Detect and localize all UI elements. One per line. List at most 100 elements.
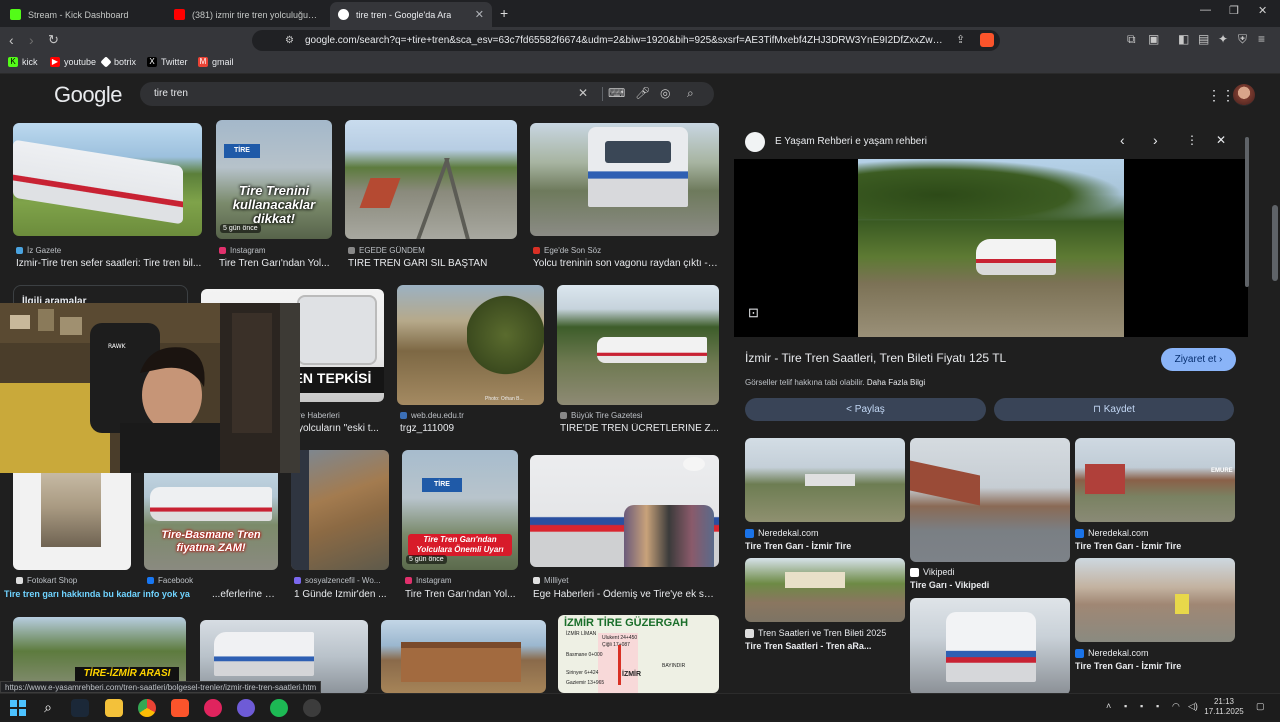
related-image-3[interactable]: EMURE	[1075, 438, 1235, 522]
spotify-icon[interactable]	[270, 699, 288, 717]
result-image-derailed-train[interactable]	[530, 123, 719, 236]
address-bar[interactable]: ⚙ google.com/search?q=+tire+tren&sca_esv…	[252, 30, 1000, 51]
panel-scrollbar[interactable]	[1244, 127, 1250, 687]
search-icon[interactable]: ⌕	[687, 86, 694, 101]
tab-search-icon[interactable]: ▣	[1148, 32, 1159, 46]
site-info-icon[interactable]: ⚙	[285, 30, 294, 51]
microphone-icon[interactable]: 🎤︎	[635, 86, 650, 100]
wallet-icon[interactable]: ▤	[1198, 32, 1209, 46]
search-icon[interactable]: ⌕	[39, 699, 57, 717]
result-title[interactable]: trgz_111009	[400, 423, 544, 434]
share-button[interactable]: < Paylaş	[745, 398, 986, 421]
tab-youtube[interactable]: (381) izmir tire tren yolculuğuy - You	[166, 2, 326, 27]
apps-grid-icon[interactable]: ⋮⋮	[1207, 87, 1235, 104]
preview-image-frame[interactable]: ⊡	[734, 159, 1248, 337]
result-title[interactable]: İzmir-Tire tren sefer saatleri: Tire tre…	[16, 258, 202, 269]
result-title[interactable]: 1 Günde İzmir'den ...	[294, 589, 389, 600]
related-title[interactable]: Tire Tren Saatleri - Tren aRa...	[745, 641, 905, 651]
app-tray-icon[interactable]: ▪	[1156, 701, 1159, 711]
scroll-thumb[interactable]	[1272, 205, 1278, 281]
result-image-instagram-tire-warning-2[interactable]: TİRE Tire Tren Garı'ndan Yolculara Öneml…	[402, 450, 518, 570]
google-logo[interactable]: Google	[54, 82, 122, 108]
result-title[interactable]: Yolcu treninin son vagonu raydan çıktı -…	[533, 258, 719, 269]
media-player-icon[interactable]	[204, 699, 222, 717]
result-title[interactable]: TİRE'DE TREN ÜCRETLERİNE Z...	[560, 423, 719, 434]
result-image-tire-train-fees[interactable]	[557, 285, 719, 405]
close-panel-icon[interactable]: ✕	[1216, 133, 1226, 147]
brave-shield-icon[interactable]	[980, 33, 994, 47]
new-tab-plus-icon[interactable]: +	[500, 5, 508, 21]
clear-search-icon[interactable]: ✕	[578, 86, 588, 100]
restore-icon[interactable]: ❐	[1229, 4, 1239, 17]
related-image-5[interactable]	[910, 598, 1070, 693]
related-title[interactable]: Tire Garı - Vikipedi	[910, 580, 1070, 590]
close-tab-icon[interactable]: ✕	[475, 8, 484, 21]
panel-site-name[interactable]: E Yaşam Rehberi e yaşam rehberi	[775, 136, 927, 147]
next-icon[interactable]: ›	[1153, 132, 1158, 148]
related-image-4[interactable]	[745, 558, 905, 622]
result-image-instagram-tire-warning[interactable]: TİRE Tire Trenini kullanacaklar dikkat! …	[216, 120, 332, 239]
sidebar-icon[interactable]: ◧	[1178, 32, 1189, 46]
discord-tray-icon[interactable]: ▪	[1140, 701, 1143, 711]
chrome-icon[interactable]	[138, 699, 156, 717]
result-image-facebook-fare-hike[interactable]: Tire-Basmane Tren fiyatına ZAM!	[144, 457, 278, 570]
vpn-icon[interactable]: ⛨	[1238, 32, 1247, 47]
related-image-2[interactable]	[910, 438, 1070, 562]
result-image-old-station-building[interactable]	[381, 620, 546, 693]
extensions-icon[interactable]: ⧉	[1127, 32, 1136, 47]
result-image-milliyet-passengers[interactable]	[530, 455, 719, 567]
file-explorer-icon[interactable]	[105, 699, 123, 717]
bookmark-botrix[interactable]: botrix	[100, 56, 136, 68]
previous-icon[interactable]: ‹	[1120, 132, 1125, 148]
notifications-icon[interactable]: ▢	[1256, 701, 1265, 712]
back-icon[interactable]: ‹	[9, 32, 14, 48]
obs-icon[interactable]	[303, 699, 321, 717]
result-title[interactable]: Ege Haberleri - Ödemiş ve Tire'ye ek sef…	[533, 589, 719, 600]
tab-google-search[interactable]: tire tren - Google'da Ara ✕	[330, 2, 492, 27]
bookmark-gmail[interactable]: M gmail	[198, 57, 234, 67]
result-title[interactable]: ...eferlerine zam...	[212, 589, 278, 600]
result-image-route-map[interactable]: İZMİR TİRE GÜZERGAH İZMİR LİMAN Ulukent …	[558, 615, 719, 693]
result-title[interactable]: Tire Tren Garı'ndan Yol...	[405, 589, 518, 600]
close-window-icon[interactable]: ✕	[1258, 4, 1267, 17]
steam-icon[interactable]	[71, 699, 89, 717]
windows-start-icon[interactable]	[9, 699, 27, 717]
license-link[interactable]: Daha Fazla Bilgi	[867, 378, 925, 387]
bookmark-youtube[interactable]: ▶ youtube	[50, 57, 96, 67]
bookmark-twitter[interactable]: X Twitter	[147, 57, 188, 67]
result-title[interactable]: TİRE TREN GARI SİL BAŞTAN	[348, 258, 518, 269]
minimize-icon[interactable]: —	[1200, 4, 1211, 16]
more-options-icon[interactable]: ⋮	[1186, 133, 1198, 147]
forward-icon[interactable]: ›	[29, 32, 34, 48]
result-image-station-tracks[interactable]	[345, 120, 517, 239]
related-title[interactable]: Tire Tren Garı - İzmir Tire	[1075, 541, 1235, 551]
page-scrollbar[interactable]	[1270, 75, 1280, 693]
result-title[interactable]: yolcuların "eski t...	[298, 423, 384, 434]
tray-overflow-icon[interactable]: ˄	[1106, 701, 1111, 711]
result-title[interactable]: Tire Tren Garı'ndan Yol...	[219, 258, 332, 269]
related-image-6[interactable]	[1075, 558, 1235, 642]
volume-icon[interactable]: ◁)	[1188, 701, 1198, 712]
lens-search-icon[interactable]: ⊡	[748, 305, 759, 321]
result-image-sosyalzencefil[interactable]	[291, 450, 389, 570]
nvidia-icon[interactable]: ▪	[1124, 701, 1127, 711]
clock[interactable]: 21:13 17.11.2025	[1204, 697, 1244, 717]
leo-ai-icon[interactable]: ✦	[1218, 32, 1228, 46]
share-icon[interactable]: ⇪	[956, 30, 965, 51]
account-avatar[interactable]	[1233, 84, 1255, 106]
save-button[interactable]: ⊓ Kaydet	[994, 398, 1234, 421]
result-image-deu-station[interactable]: Photo: Orhan B...	[397, 285, 544, 405]
result-image-fotokart-vintage[interactable]	[13, 457, 131, 570]
tab-kick-dashboard[interactable]: Stream - Kick Dashboard	[2, 2, 162, 27]
bookmark-kick[interactable]: K kick	[8, 57, 38, 67]
scroll-thumb[interactable]	[1245, 137, 1249, 287]
reload-icon[interactable]: ↻	[48, 32, 59, 48]
result-image-train-forest[interactable]	[13, 123, 202, 236]
discord-icon[interactable]	[237, 699, 255, 717]
visit-button[interactable]: Ziyaret et ›	[1161, 348, 1236, 371]
network-icon[interactable]: ◠	[1172, 701, 1180, 712]
panel-title[interactable]: İzmir - Tire Tren Saatleri, Tren Bileti …	[745, 351, 1155, 365]
related-image-1[interactable]	[745, 438, 905, 522]
search-input[interactable]: tire tren	[154, 88, 188, 99]
keyboard-icon[interactable]: ⌨	[608, 86, 625, 100]
